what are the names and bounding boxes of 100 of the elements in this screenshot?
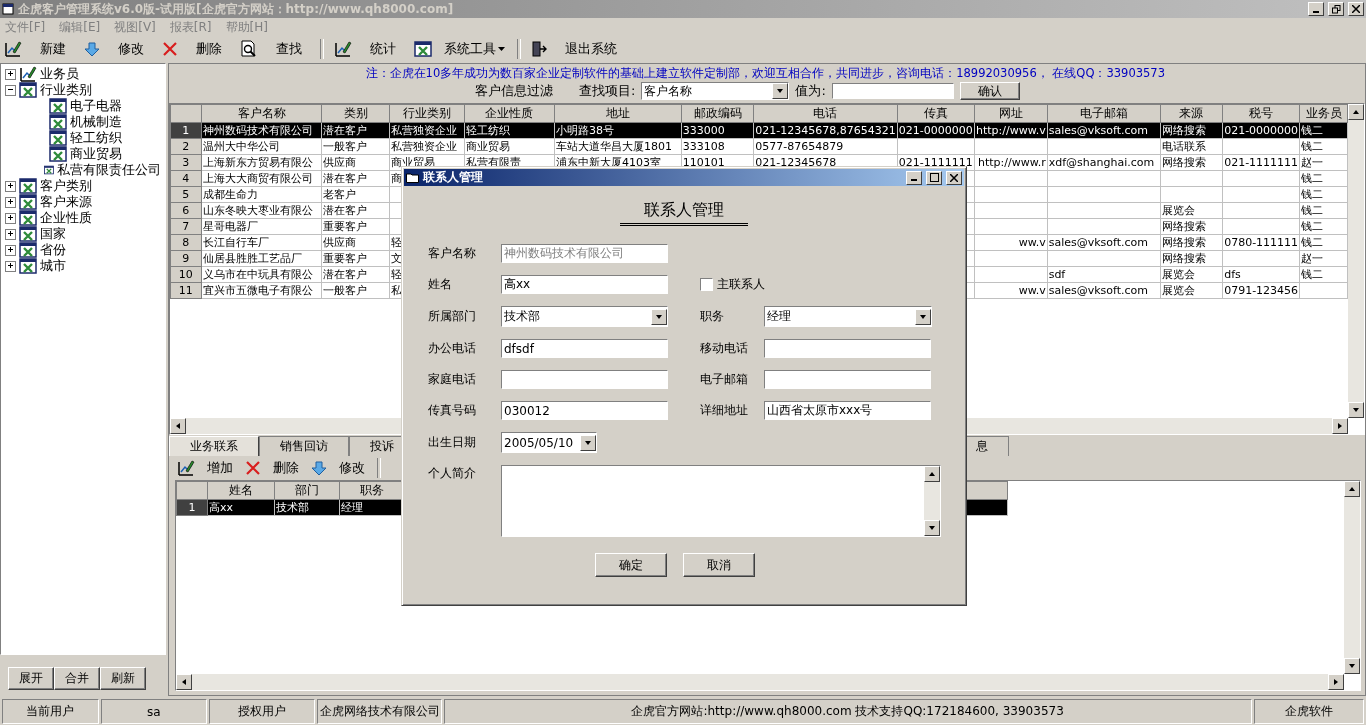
column-header[interactable]: 企业性质: [464, 104, 555, 123]
spreadsheet-icon: [19, 226, 37, 242]
column-header[interactable]: 姓名: [207, 481, 275, 500]
column-header[interactable]: 类别: [321, 104, 390, 123]
tree-item[interactable]: 业务员: [40, 65, 79, 83]
dropdown-field[interactable]: 技术部: [501, 306, 668, 327]
expand-toggle[interactable]: [5, 196, 16, 208]
restore-button[interactable]: [1328, 2, 1344, 16]
spreadsheet-icon: [19, 82, 37, 98]
maximize-button[interactable]: [926, 170, 942, 185]
tree-item[interactable]: 客户来源: [40, 193, 92, 211]
checkbox[interactable]: [700, 278, 713, 291]
down-arrow-icon: [311, 460, 327, 476]
tree-item[interactable]: 私营有限责任公司: [57, 161, 161, 179]
table-cell: 供应商: [321, 234, 390, 251]
minimize-icon: [1313, 10, 1319, 13]
panel-button[interactable]: 合并: [54, 667, 100, 690]
value-field[interactable]: [831, 83, 954, 99]
expand-toggle[interactable]: [5, 180, 16, 192]
text-field[interactable]: 山西省太原市xxx号: [764, 401, 931, 420]
column-header[interactable]: 电子邮箱: [1047, 104, 1161, 123]
collapse-toggle[interactable]: [5, 84, 16, 96]
up-arrow-icon: [928, 470, 936, 478]
date-field[interactable]: 2005/05/10: [501, 432, 597, 453]
panel-button[interactable]: 刷新: [100, 667, 146, 690]
toolbar-button[interactable]: 删除: [265, 457, 307, 479]
close-button[interactable]: [946, 170, 962, 185]
minimize-button[interactable]: [906, 170, 922, 185]
confirm-button[interactable]: 确认: [959, 82, 1020, 100]
toolbar-button[interactable]: 增加: [199, 457, 241, 479]
tab[interactable]: 销售回访: [259, 436, 349, 456]
toolbar-button[interactable]: 新建: [32, 38, 74, 60]
text-field[interactable]: 030012: [501, 401, 668, 420]
field-label: 值为:: [795, 82, 826, 100]
status-panel: 企虎官方网站:http://www.qh8000.com 技术支持QQ:172184600, 33903573: [443, 699, 1252, 724]
column-header[interactable]: 行业类别: [389, 104, 465, 123]
toolbar-button[interactable]: 修改: [110, 38, 152, 60]
text-field[interactable]: [764, 339, 931, 358]
right-arrow-icon: [1332, 678, 1340, 686]
text-field[interactable]: [764, 370, 931, 389]
vertical-scrollbar[interactable]: [1344, 481, 1360, 674]
tree-item[interactable]: 省份: [40, 241, 66, 259]
tree-item[interactable]: 企业性质: [40, 209, 92, 227]
tree-item[interactable]: 机械制造: [70, 113, 122, 131]
table-cell: 钱二: [1299, 170, 1348, 187]
close-button[interactable]: [1348, 2, 1364, 16]
tree-item[interactable]: 行业类别: [40, 81, 92, 99]
down-arrow-icon: [919, 312, 927, 321]
dialog-button[interactable]: 取消: [683, 553, 755, 577]
up-arrow-icon: [1352, 108, 1360, 116]
vertical-scrollbar[interactable]: [1348, 104, 1364, 418]
tree-item[interactable]: 国家: [40, 225, 66, 243]
tree-item[interactable]: 电子电器: [70, 97, 122, 115]
dialog-button[interactable]: 确定: [595, 553, 667, 577]
checkbox-label[interactable]: 主联系人: [717, 276, 765, 293]
minimize-button[interactable]: [1308, 2, 1324, 16]
table-cell: 展览会: [1160, 282, 1223, 299]
column-header[interactable]: 电话: [753, 104, 898, 123]
table-cell: 021-1111111: [1222, 154, 1300, 171]
caret-icon: [498, 47, 505, 51]
column-header[interactable]: 部门: [274, 481, 340, 500]
toolbar-button[interactable]: 删除: [188, 38, 230, 60]
dropdown-field[interactable]: 经理: [764, 306, 932, 327]
toolbar-button[interactable]: 修改: [331, 457, 373, 479]
tree-item[interactable]: 商业贸易: [70, 145, 122, 163]
text-field[interactable]: dfsdf: [501, 339, 668, 358]
table-cell: 重要客户: [321, 250, 390, 267]
table-cell: xdf@shanghai.com: [1047, 154, 1161, 171]
toolbar-button[interactable]: 退出系统: [557, 38, 625, 60]
expand-toggle[interactable]: [5, 212, 16, 224]
table-cell: 网络搜索: [1160, 154, 1223, 171]
table-cell: 潜在客户: [321, 266, 390, 283]
tree-item[interactable]: 客户类别: [40, 177, 92, 195]
column-header[interactable]: 来源: [1160, 104, 1223, 123]
column-header[interactable]: 业务员: [1299, 104, 1348, 123]
column-header[interactable]: 地址: [554, 104, 682, 123]
table-cell: 网络搜索: [1160, 218, 1223, 235]
text-field[interactable]: [501, 370, 668, 389]
expand-toggle[interactable]: [5, 260, 16, 272]
panel-button[interactable]: 展开: [8, 667, 54, 690]
tree-item[interactable]: 城市: [40, 257, 66, 275]
expand-toggle[interactable]: [5, 244, 16, 256]
toolbar-button[interactable]: 查找: [268, 38, 310, 60]
down-arrow-icon: [928, 524, 936, 532]
dropdown-field[interactable]: 客户名称: [641, 82, 790, 100]
column-header[interactable]: 传真: [897, 104, 975, 123]
filter-title: 客户信息过滤: [475, 82, 553, 100]
toolbar-button[interactable]: 统计: [362, 38, 404, 60]
expand-toggle[interactable]: [5, 228, 16, 240]
column-header[interactable]: 客户名称: [201, 104, 322, 123]
column-header[interactable]: 税号: [1222, 104, 1300, 123]
horizontal-scrollbar[interactable]: [176, 674, 1344, 690]
column-header[interactable]: 邮政编码: [681, 104, 754, 123]
expand-toggle[interactable]: [5, 68, 16, 80]
tree-item[interactable]: 轻工纺织: [70, 129, 122, 147]
text-field[interactable]: 高xx: [501, 275, 668, 294]
tab[interactable]: 业务联系: [169, 436, 259, 456]
dropdown-button[interactable]: 系统工具: [442, 38, 507, 60]
window-title: 企虎客户管理系统v6.0版-试用版[企虎官方网站：http://www.qh8000.com]: [18, 0, 455, 18]
column-header[interactable]: 网址: [974, 104, 1048, 123]
